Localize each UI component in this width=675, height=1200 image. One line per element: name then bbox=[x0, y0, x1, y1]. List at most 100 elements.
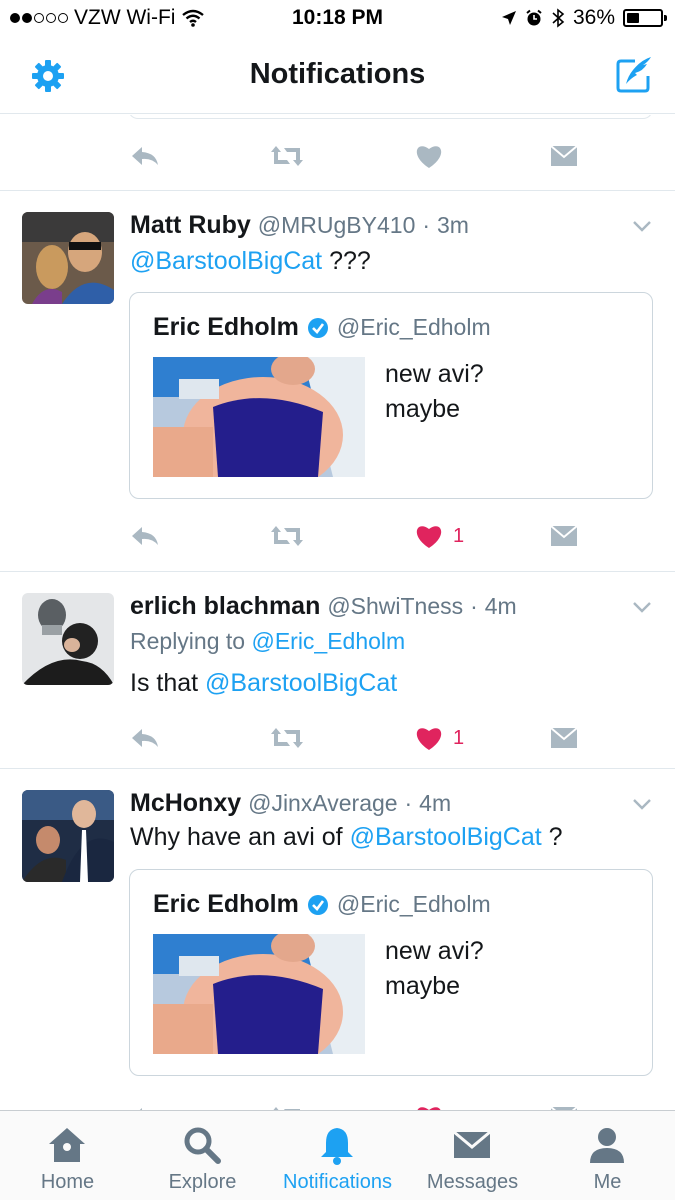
quoted-tweet-text: new avi? maybe bbox=[385, 934, 484, 1004]
tweet-text-tail: ??? bbox=[322, 247, 371, 275]
retweet-button[interactable] bbox=[270, 718, 304, 758]
quoted-text-line: new avi? bbox=[385, 360, 484, 388]
direct-message-button[interactable] bbox=[550, 136, 578, 176]
mention-link[interactable]: @BarstoolBigCat bbox=[130, 247, 322, 275]
heart-icon bbox=[416, 526, 442, 548]
mention-link[interactable]: @BarstoolBigCat bbox=[205, 669, 397, 697]
tweet-text-tail: ? bbox=[541, 823, 563, 851]
like-button[interactable] bbox=[415, 136, 443, 176]
quoted-tweet-header: Eric Edholm @Eric_Edholm bbox=[153, 890, 491, 919]
tab-messages[interactable]: Messages bbox=[405, 1111, 540, 1200]
avatar[interactable] bbox=[22, 593, 114, 685]
chevron-down-icon[interactable] bbox=[631, 596, 653, 618]
retweet-button[interactable] bbox=[270, 516, 304, 556]
alarm-icon bbox=[526, 9, 542, 26]
quoted-tweet-card[interactable]: Eric Edholm @Eric_Edholm new avi? maybe bbox=[129, 292, 653, 499]
quoted-tweet-image[interactable] bbox=[153, 934, 365, 1054]
tweet-actions bbox=[130, 136, 651, 176]
replying-to-line: Replying to @Eric_Edholm bbox=[130, 628, 405, 655]
like-button[interactable] bbox=[415, 1097, 443, 1110]
retweet-button[interactable] bbox=[270, 1097, 304, 1110]
tweet-text: Why have an avi of @BarstoolBigCat ? bbox=[130, 823, 651, 852]
tweet-actions bbox=[130, 1097, 651, 1110]
tab-bar: Home Explore Notifications Messages Me bbox=[0, 1110, 675, 1200]
battery-icon bbox=[623, 9, 667, 27]
tweet-header: McHonxy @JinxAverage · 4m bbox=[130, 789, 615, 818]
direct-message-button[interactable] bbox=[550, 718, 578, 758]
quoted-text-line: maybe bbox=[385, 972, 461, 1000]
avatar[interactable] bbox=[22, 790, 114, 882]
tab-label: Notifications bbox=[283, 1171, 392, 1193]
like-button[interactable]: 1 bbox=[415, 718, 464, 758]
tab-home[interactable]: Home bbox=[0, 1111, 135, 1200]
nav-header: Notifications bbox=[0, 38, 675, 114]
direct-message-button[interactable] bbox=[550, 1097, 578, 1110]
quoted-tweet-image[interactable] bbox=[153, 357, 365, 477]
direct-message-button[interactable] bbox=[550, 516, 578, 556]
verified-badge-icon bbox=[307, 894, 328, 915]
status-right: 36% bbox=[501, 6, 667, 30]
tweet-time: 4m bbox=[419, 790, 452, 816]
author-name[interactable]: McHonxy bbox=[130, 789, 241, 817]
tweet-time: 3m bbox=[436, 212, 469, 238]
tab-me[interactable]: Me bbox=[540, 1111, 675, 1200]
previous-quote-card-bottom bbox=[128, 115, 653, 119]
notifications-feed[interactable]: Matt Ruby @MRUgBY410 · 3m @BarstoolBigCa… bbox=[0, 115, 675, 1110]
replying-prefix: Replying to bbox=[130, 628, 252, 654]
quoted-tweet-text: new avi? maybe bbox=[385, 357, 484, 427]
quoted-tweet-card[interactable]: Eric Edholm @Eric_Edholm new avi? maybe bbox=[129, 869, 653, 1076]
tab-notifications[interactable]: Notifications bbox=[270, 1111, 405, 1200]
separator: · bbox=[404, 790, 413, 816]
quoted-author-name: Eric Edholm bbox=[153, 313, 299, 341]
compose-tweet-icon[interactable] bbox=[613, 54, 655, 96]
page-title: Notifications bbox=[249, 58, 426, 90]
quoted-tweet-header: Eric Edholm @Eric_Edholm bbox=[153, 313, 491, 342]
reply-button[interactable] bbox=[130, 1097, 160, 1110]
mention-link[interactable]: @BarstoolBigCat bbox=[350, 823, 542, 851]
heart-icon bbox=[416, 728, 442, 750]
status-bar: VZW Wi-Fi 10:18 PM 36% bbox=[0, 0, 675, 38]
tweet[interactable]: Matt Ruby @MRUgBY410 · 3m @BarstoolBigCa… bbox=[0, 191, 675, 571]
envelope-icon bbox=[550, 525, 578, 546]
retweet-icon bbox=[271, 526, 303, 546]
tab-label: Explore bbox=[168, 1171, 237, 1193]
person-icon bbox=[590, 1128, 624, 1163]
location-arrow-icon bbox=[501, 11, 516, 25]
tweet[interactable]: erlich blachman @ShwiTness · 4m Replying… bbox=[0, 572, 675, 768]
envelope-icon bbox=[550, 727, 578, 748]
reply-button[interactable] bbox=[130, 136, 160, 176]
avatar[interactable] bbox=[22, 212, 114, 304]
tweet-text-head: Why have an avi of bbox=[130, 823, 350, 851]
chevron-down-icon[interactable] bbox=[631, 793, 653, 815]
author-handle[interactable]: @JinxAverage bbox=[248, 790, 398, 816]
like-button[interactable]: 1 bbox=[415, 516, 464, 556]
quoted-author-handle: @Eric_Edholm bbox=[336, 314, 491, 340]
tab-label: Messages bbox=[426, 1171, 519, 1193]
author-name[interactable]: Matt Ruby bbox=[130, 211, 251, 239]
separator: · bbox=[470, 593, 478, 619]
tweet-text: Is that @BarstoolBigCat bbox=[130, 669, 651, 698]
envelope-icon bbox=[453, 1130, 491, 1158]
replying-to-link[interactable]: @Eric_Edholm bbox=[251, 628, 405, 654]
tweet-actions: 1 bbox=[130, 718, 651, 758]
chevron-down-icon[interactable] bbox=[631, 215, 653, 237]
tweet[interactable]: McHonxy @JinxAverage · 4m Why have an av… bbox=[0, 769, 675, 1110]
tab-label: Me bbox=[593, 1171, 622, 1193]
author-handle[interactable]: @ShwiTness bbox=[327, 593, 463, 619]
battery-percent: 36% bbox=[572, 6, 615, 29]
retweet-icon bbox=[271, 146, 303, 166]
bell-icon bbox=[321, 1128, 353, 1165]
author-name[interactable]: erlich blachman bbox=[130, 592, 320, 620]
tweet-text-head: Is that bbox=[130, 669, 206, 697]
retweet-button[interactable] bbox=[270, 136, 304, 176]
like-count: 1 bbox=[453, 726, 465, 749]
reply-button[interactable] bbox=[130, 516, 160, 556]
reply-button[interactable] bbox=[130, 718, 160, 758]
quoted-text-line: maybe bbox=[385, 395, 461, 423]
tab-explore[interactable]: Explore bbox=[135, 1111, 270, 1200]
reply-icon bbox=[132, 527, 158, 545]
author-handle[interactable]: @MRUgBY410 bbox=[258, 212, 416, 238]
verified-badge-icon bbox=[307, 317, 328, 338]
quoted-author-name: Eric Edholm bbox=[153, 890, 299, 918]
home-icon bbox=[49, 1128, 85, 1162]
